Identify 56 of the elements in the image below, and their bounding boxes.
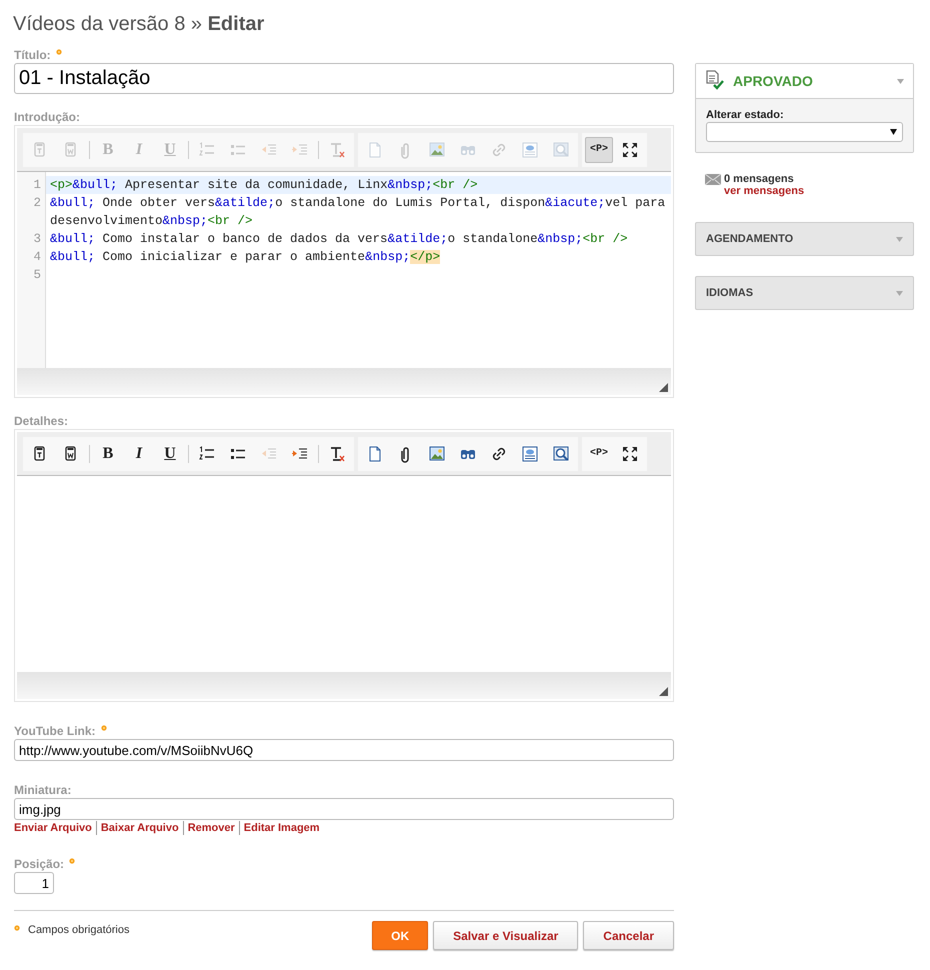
- status-text: APROVADO: [733, 72, 814, 90]
- document-check-icon: [705, 70, 727, 92]
- ordered-list-icon: [198, 140, 216, 158]
- messages-link[interactable]: ver mensagens: [724, 185, 804, 197]
- envelope-icon: [705, 174, 721, 185]
- thumbnail-input[interactable]: img.jpg: [14, 798, 674, 820]
- image-icon: [428, 140, 446, 158]
- maximize-icon: [621, 444, 639, 462]
- source-button[interactable]: <P>: [585, 136, 613, 162]
- field-label: Alterar estado:: [706, 109, 785, 122]
- bold-button[interactable]: B: [94, 440, 122, 466]
- collapsible-panel[interactable]: IDIOMAS: [695, 276, 914, 310]
- code-line: &bull; Como inicializar e parar o ambiente&nbsp;</p>: [50, 249, 442, 266]
- field-label: Posição:: [14, 857, 64, 871]
- link-input[interactable]: http://www.youtube.com/v/MSoiibNvU6Q: [14, 739, 674, 761]
- collapsible-panel[interactable]: AGENDAMENTO: [695, 222, 914, 256]
- file-link[interactable]: Remover: [182, 821, 235, 835]
- resize-grip-icon[interactable]: [659, 687, 668, 696]
- page-title: Vídeos da versão 8 » Editar: [13, 12, 266, 37]
- field-label: YouTube Link:: [14, 724, 96, 738]
- clear-format-icon: [328, 140, 346, 158]
- caret-icon: [897, 78, 904, 84]
- preview-icon: [552, 444, 570, 462]
- image-icon: [428, 444, 446, 462]
- italic-button[interactable]: I: [125, 440, 153, 466]
- form-button[interactable]: Salvar e Visualizar: [433, 921, 578, 950]
- line-number: 2: [33, 196, 41, 210]
- position-input[interactable]: 1: [14, 872, 54, 894]
- file-link[interactable]: Baixar Arquivo: [96, 821, 179, 835]
- line-number: 3: [33, 232, 41, 246]
- source-button[interactable]: <P>: [585, 440, 613, 466]
- line-number: 4: [33, 250, 41, 264]
- line-number: 1: [33, 178, 41, 192]
- code-line: <p>&bull; Apresentar site da comunidade, Linx&nbsp;<br />: [50, 177, 479, 194]
- field-label: Introdução:: [14, 110, 80, 124]
- title-input[interactable]: 01 - Instalação: [14, 63, 674, 94]
- embed-icon: [521, 444, 539, 462]
- embed-icon: [521, 140, 539, 158]
- field-label: Título:: [14, 48, 51, 62]
- caret-icon: [890, 129, 897, 135]
- resize-grip-icon[interactable]: [659, 383, 668, 392]
- code-line: &bull; Como instalar o banco de dados da vers&atilde;o standalone&nbsp;<br />: [50, 231, 629, 248]
- message-count: 0 mensagens: [724, 173, 795, 185]
- file-link[interactable]: Enviar Arquivo: [14, 821, 92, 835]
- form-button[interactable]: Cancelar: [583, 921, 674, 950]
- required-note: Campos obrigatórios: [28, 924, 130, 936]
- underline-button[interactable]: U: [156, 440, 184, 466]
- line-number: 5: [33, 268, 41, 282]
- field-label: Miniatura:: [14, 783, 72, 797]
- preview-icon: [552, 140, 570, 158]
- ordered-list-icon: [198, 444, 216, 462]
- field-label: Detalhes:: [14, 414, 68, 428]
- maximize-icon: [621, 140, 639, 158]
- clear-format-icon: [328, 444, 346, 462]
- file-link[interactable]: Editar Imagem: [238, 821, 320, 835]
- code-line: &bull; Onde obter vers&atilde;o standalone do Lumis Portal, dispon&iacute;vel para desenvolvimento&nbsp;<br />: [50, 195, 666, 230]
